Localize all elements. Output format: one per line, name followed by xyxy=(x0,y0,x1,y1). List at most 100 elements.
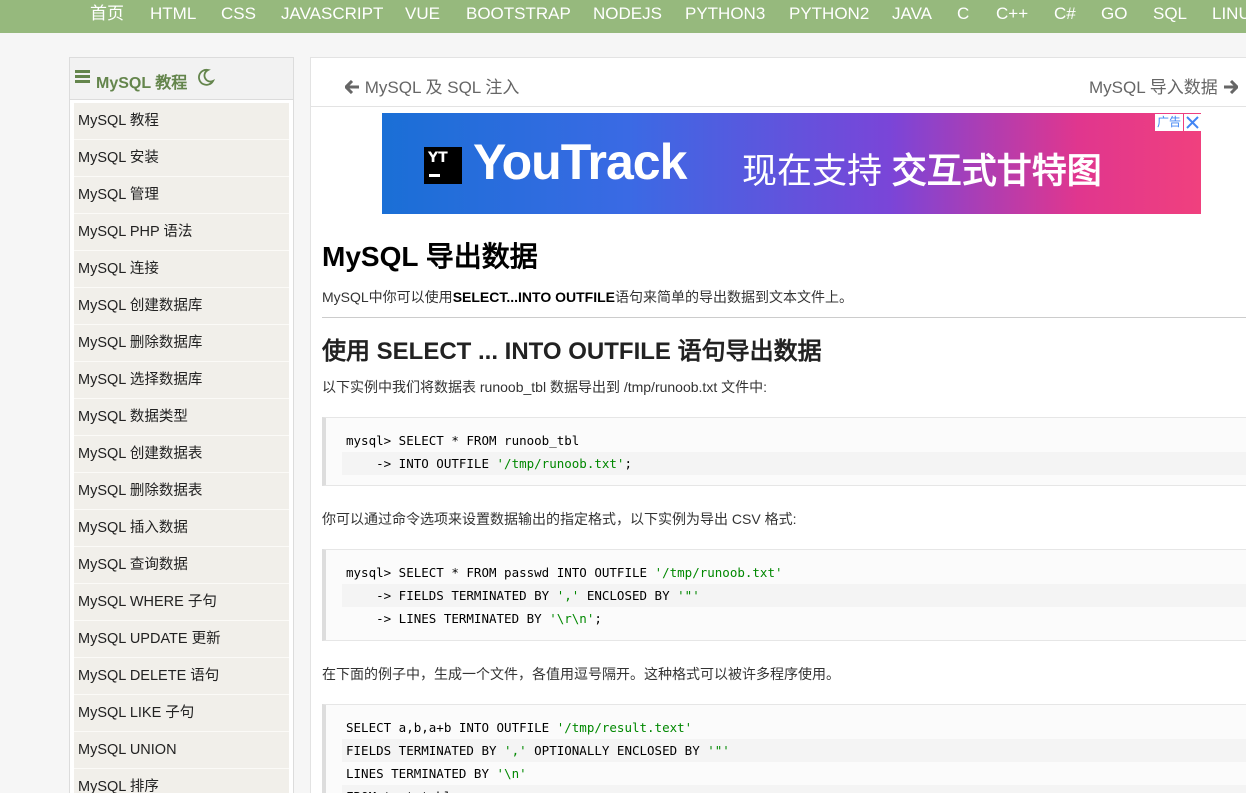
youtrack-logo: YT xyxy=(424,147,462,184)
main-content: MySQL 及 SQL 注入 MySQL 导入数据 YT YouTrack 现在… xyxy=(310,57,1246,793)
intro-bold: SELECT...INTO OUTFILE xyxy=(452,289,615,305)
close-icon[interactable] xyxy=(1184,114,1201,131)
nav-item-css[interactable]: CSS xyxy=(221,0,256,33)
sidebar-item-delete[interactable]: MySQL DELETE 语句 xyxy=(74,658,289,695)
sidebar-item-drop-table[interactable]: MySQL 删除数据表 xyxy=(74,473,289,510)
nav-item-bootstrap[interactable]: BOOTSTRAP xyxy=(466,0,571,33)
code-string: '\r\n' xyxy=(549,611,595,626)
code-text: ; xyxy=(624,456,632,471)
code-text: ENCLOSED BY xyxy=(579,588,678,603)
ad-slogan-bold: 交互式甘特图 xyxy=(891,152,1102,191)
code-line: FIELDS TERMINATED BY ',' OPTIONALLY ENCL… xyxy=(342,739,1246,762)
sidebar: MySQL 教程 MySQL 教程 MySQL 安装 MySQL 管理 MySQ… xyxy=(69,57,294,793)
nav-item-python3[interactable]: PYTHON3 xyxy=(685,0,765,33)
nav-item-java[interactable]: JAVA xyxy=(892,0,932,33)
nav-item-html[interactable]: HTML xyxy=(150,0,196,33)
code-block-2: mysql> SELECT * FROM passwd INTO OUTFILE… xyxy=(322,549,1246,641)
code-text: ; xyxy=(594,611,602,626)
sidebar-item-where[interactable]: MySQL WHERE 子句 xyxy=(74,584,289,621)
next-page-link[interactable]: MySQL 导入数据 xyxy=(1089,73,1238,98)
arrow-left-icon xyxy=(345,80,359,94)
code-text: FIELDS TERMINATED BY xyxy=(346,743,505,758)
code-line: -> FIELDS TERMINATED BY ',' ENCLOSED BY … xyxy=(342,584,1246,607)
sidebar-item-like[interactable]: MySQL LIKE 子句 xyxy=(74,695,289,732)
sidebar-item-union[interactable]: MySQL UNION xyxy=(74,732,289,769)
code-string: '"' xyxy=(677,588,700,603)
nav-item-home[interactable]: 首页 xyxy=(90,0,124,33)
code-text: mysql> SELECT * FROM runoob_tbl xyxy=(346,433,580,448)
code-line: FROM test_table; xyxy=(342,785,1246,793)
page-title: MySQL 导出数据 xyxy=(322,241,538,272)
code-string: ',' xyxy=(556,588,580,603)
sidebar-item-drop-db[interactable]: MySQL 删除数据库 xyxy=(74,325,289,362)
divider xyxy=(322,317,1246,318)
code-block-1: mysql> SELECT * FROM runoob_tbl -> INTO … xyxy=(322,417,1246,486)
prev-page-link[interactable]: MySQL 及 SQL 注入 xyxy=(345,73,519,98)
nav-item-linux[interactable]: LINU xyxy=(1212,0,1246,33)
pager: MySQL 及 SQL 注入 MySQL 导入数据 xyxy=(311,57,1246,107)
sidebar-item-admin[interactable]: MySQL 管理 xyxy=(74,177,289,214)
list-icon xyxy=(75,70,90,84)
paragraph-2: 你可以通过命令选项来设置数据输出的指定格式，以下实例为导出 CSV 格式: xyxy=(322,511,797,527)
code-line: mysql> SELECT * FROM passwd INTO OUTFILE… xyxy=(342,561,1246,584)
intro-after: 语句来简单的导出数据到文本文件上。 xyxy=(615,289,853,305)
sidebar-item-mysql-tutorial[interactable]: MySQL 教程 xyxy=(74,103,289,140)
nav-item-c[interactable]: C xyxy=(957,0,969,33)
nav-item-go[interactable]: GO xyxy=(1101,0,1127,33)
code-text: SELECT a,b,a+b INTO OUTFILE xyxy=(346,720,557,735)
sidebar-title: MySQL 教程 xyxy=(96,75,188,92)
next-page-label: MySQL 导入数据 xyxy=(1089,78,1218,97)
logo-text: YT xyxy=(428,150,448,166)
sidebar-item-insert[interactable]: MySQL 插入数据 xyxy=(74,510,289,547)
code-line: SELECT a,b,a+b INTO OUTFILE '/tmp/result… xyxy=(342,716,1246,739)
sidebar-list: MySQL 教程 MySQL 安装 MySQL 管理 MySQL PHP 语法 … xyxy=(74,103,289,793)
ad-brand: YouTrack xyxy=(473,134,687,190)
sidebar-item-install[interactable]: MySQL 安装 xyxy=(74,140,289,177)
sidebar-header: MySQL 教程 xyxy=(70,58,293,100)
paragraph-1: 以下实例中我们将数据表 runoob_tbl 数据导出到 /tmp/runoob… xyxy=(322,379,767,395)
code-text: FROM test_table; xyxy=(346,789,466,793)
top-nav: 首页 HTML CSS JAVASCRIPT VUE BOOTSTRAP NOD… xyxy=(0,0,1246,33)
sidebar-item-data-types[interactable]: MySQL 数据类型 xyxy=(74,399,289,436)
code-string: '/tmp/result.text' xyxy=(556,720,693,735)
ad-badge: 广告 xyxy=(1154,114,1183,131)
moon-icon[interactable] xyxy=(197,68,215,86)
sidebar-item-connect[interactable]: MySQL 连接 xyxy=(74,251,289,288)
sidebar-item-create-db[interactable]: MySQL 创建数据库 xyxy=(74,288,289,325)
sidebar-item-query[interactable]: MySQL 查询数据 xyxy=(74,547,289,584)
code-line: mysql> SELECT * FROM runoob_tbl xyxy=(342,429,1246,452)
paragraph-3: 在下面的例子中，生成一个文件，各值用逗号隔开。这种格式可以被许多程序使用。 xyxy=(322,666,840,682)
sidebar-item-php-syntax[interactable]: MySQL PHP 语法 xyxy=(74,214,289,251)
code-text: LINES TERMINATED BY xyxy=(346,766,497,781)
intro-paragraph: MySQL中你可以使用SELECT...INTO OUTFILE语句来简单的导出… xyxy=(322,287,853,307)
code-string: '\n' xyxy=(496,766,527,781)
ad-slogan-plain: 现在支持 xyxy=(742,152,883,191)
nav-item-python2[interactable]: PYTHON2 xyxy=(789,0,869,33)
code-text: -> FIELDS TERMINATED BY xyxy=(346,588,557,603)
arrow-right-icon xyxy=(1223,80,1238,94)
code-string: '/tmp/runoob.txt' xyxy=(496,456,625,471)
intro-before: MySQL中你可以使用 xyxy=(322,289,453,305)
ad-banner[interactable]: YT YouTrack 现在支持 交互式甘特图 广告 xyxy=(382,113,1201,214)
nav-item-csharp[interactable]: C# xyxy=(1054,0,1076,33)
code-text: mysql> SELECT * FROM passwd INTO OUTFILE xyxy=(346,565,655,580)
nav-item-sql[interactable]: SQL xyxy=(1153,0,1187,33)
nav-item-cpp[interactable]: C++ xyxy=(996,0,1028,33)
sidebar-item-order[interactable]: MySQL 排序 xyxy=(74,769,289,793)
sidebar-item-select-db[interactable]: MySQL 选择数据库 xyxy=(74,362,289,399)
sidebar-item-update[interactable]: MySQL UPDATE 更新 xyxy=(74,621,289,658)
code-text: -> LINES TERMINATED BY xyxy=(346,611,550,626)
code-block-3: SELECT a,b,a+b INTO OUTFILE '/tmp/result… xyxy=(322,704,1246,793)
nav-item-javascript[interactable]: JAVASCRIPT xyxy=(281,0,383,33)
code-line: LINES TERMINATED BY '\n' xyxy=(342,762,1246,785)
code-text: -> INTO OUTFILE xyxy=(346,456,497,471)
code-string: ',' xyxy=(504,743,527,758)
code-string: '/tmp/runoob.txt' xyxy=(654,565,783,580)
code-text: OPTIONALLY ENCLOSED BY xyxy=(526,743,708,758)
code-string: '"' xyxy=(707,743,730,758)
section-title: 使用 SELECT ... INTO OUTFILE 语句导出数据 xyxy=(322,338,822,365)
nav-item-vue[interactable]: VUE xyxy=(405,0,440,33)
ad-slogan: 现在支持 交互式甘特图 xyxy=(742,143,1102,194)
nav-item-nodejs[interactable]: NODEJS xyxy=(593,0,662,33)
sidebar-item-create-table[interactable]: MySQL 创建数据表 xyxy=(74,436,289,473)
